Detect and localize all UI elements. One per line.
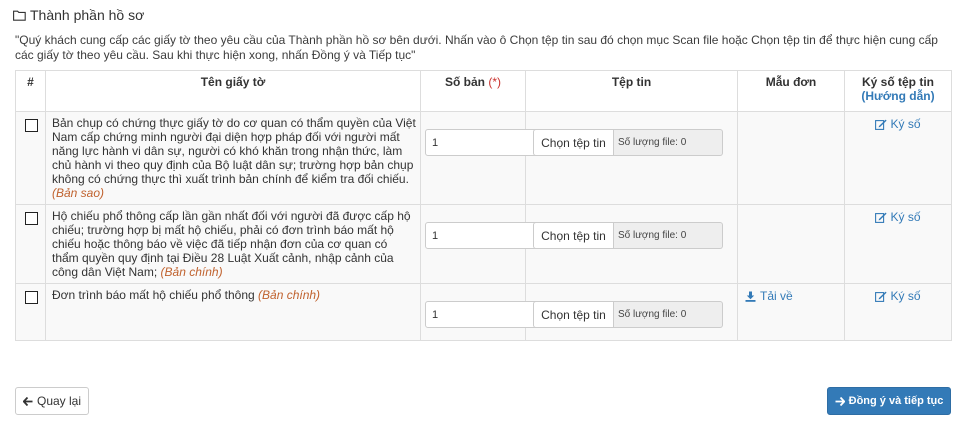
file-picker: Chọn tệp tin Số lượng file: 0: [533, 301, 733, 328]
copies-input[interactable]: [425, 222, 549, 249]
document-kind: (Bản chính): [160, 265, 223, 279]
section-heading: Thành phần hồ sơ: [13, 7, 144, 23]
choose-file-button[interactable]: Chọn tệp tin: [533, 222, 614, 249]
file-count-label: Số lượng file: 0: [614, 222, 723, 249]
choose-file-button[interactable]: Chọn tệp tin: [533, 301, 614, 328]
documents-table: # Tên giấy tờ Số bản (*) Tệp tin Mẫu đơn…: [15, 70, 952, 341]
sign-guide-link[interactable]: (Hướng dẫn): [849, 89, 947, 103]
digital-sign-link[interactable]: Ký số: [849, 210, 947, 224]
required-mark: (*): [488, 75, 502, 89]
col-header-name: Tên giấy tờ: [45, 70, 421, 112]
document-name: Đơn trình báo mất hộ chiếu phổ thông (Bả…: [50, 288, 416, 302]
instruction-text: "Quý khách cung cấp các giấy tờ theo yêu…: [15, 33, 938, 62]
copies-input[interactable]: [425, 129, 549, 156]
edit-icon: [875, 212, 888, 223]
table-header-row: # Tên giấy tờ Số bản (*) Tệp tin Mẫu đơn…: [15, 70, 952, 112]
folder-open-icon: [13, 10, 26, 21]
table-row: Đơn trình báo mất hộ chiếu phổ thông (Bả…: [15, 283, 952, 341]
arrow-left-icon: [22, 396, 33, 406]
arrow-right-icon: [835, 396, 845, 406]
document-name-text: Đơn trình báo mất hộ chiếu phổ thông: [52, 288, 255, 302]
section-title: Thành phần hồ sơ: [30, 7, 145, 23]
download-template-link[interactable]: Tải về: [745, 289, 840, 303]
sign-header-label: Ký số tệp tin: [861, 75, 934, 89]
row-checkbox[interactable]: [25, 291, 38, 304]
edit-icon: [875, 119, 888, 130]
file-count-label: Số lượng file: 0: [614, 129, 723, 156]
col-header-sign: Ký số tệp tin (Hướng dẫn): [844, 70, 952, 112]
download-icon: [745, 291, 756, 302]
copies-header-label: Số bản: [444, 75, 485, 89]
table-row: Bản chụp có chứng thực giấy tờ do cơ qua…: [15, 111, 952, 205]
table-row: Hộ chiếu phổ thông cấp lần gần nhất đối …: [15, 204, 952, 284]
document-kind: (Bản sao): [52, 186, 105, 200]
template-cell: [737, 204, 845, 284]
template-cell: [737, 111, 845, 205]
digital-sign-link[interactable]: Ký số: [849, 289, 947, 303]
back-label: Quay lại: [36, 394, 82, 408]
agree-continue-label: Đồng ý và tiếp tục: [848, 395, 944, 407]
document-name-text: Bản chụp có chứng thực giấy tờ do cơ qua…: [52, 116, 416, 186]
sign-label: Ký số: [890, 289, 921, 303]
sign-label: Ký số: [890, 117, 921, 131]
col-header-template: Mẫu đơn: [737, 70, 845, 112]
file-picker: Chọn tệp tin Số lượng file: 0: [533, 222, 733, 249]
row-checkbox[interactable]: [25, 119, 38, 132]
row-checkbox[interactable]: [25, 212, 38, 225]
choose-file-button[interactable]: Chọn tệp tin: [533, 129, 614, 156]
document-name: Bản chụp có chứng thực giấy tờ do cơ qua…: [50, 116, 416, 200]
col-header-copies: Số bản (*): [420, 70, 526, 112]
digital-sign-link[interactable]: Ký số: [849, 117, 947, 131]
file-picker: Chọn tệp tin Số lượng file: 0: [533, 129, 733, 156]
download-label: Tải về: [760, 289, 793, 303]
edit-icon: [875, 291, 888, 302]
col-header-file: Tệp tin: [525, 70, 738, 112]
copies-input[interactable]: [425, 301, 549, 328]
document-kind: (Bản chính): [258, 288, 321, 302]
back-button[interactable]: Quay lại: [15, 387, 89, 415]
sign-label: Ký số: [890, 210, 921, 224]
document-name-text: Hộ chiếu phổ thông cấp lần gần nhất đối …: [52, 209, 411, 279]
document-name: Hộ chiếu phổ thông cấp lần gần nhất đối …: [50, 209, 416, 279]
agree-continue-button[interactable]: Đồng ý và tiếp tục: [827, 387, 951, 415]
file-count-label: Số lượng file: 0: [614, 301, 723, 328]
col-header-index: #: [15, 70, 46, 112]
